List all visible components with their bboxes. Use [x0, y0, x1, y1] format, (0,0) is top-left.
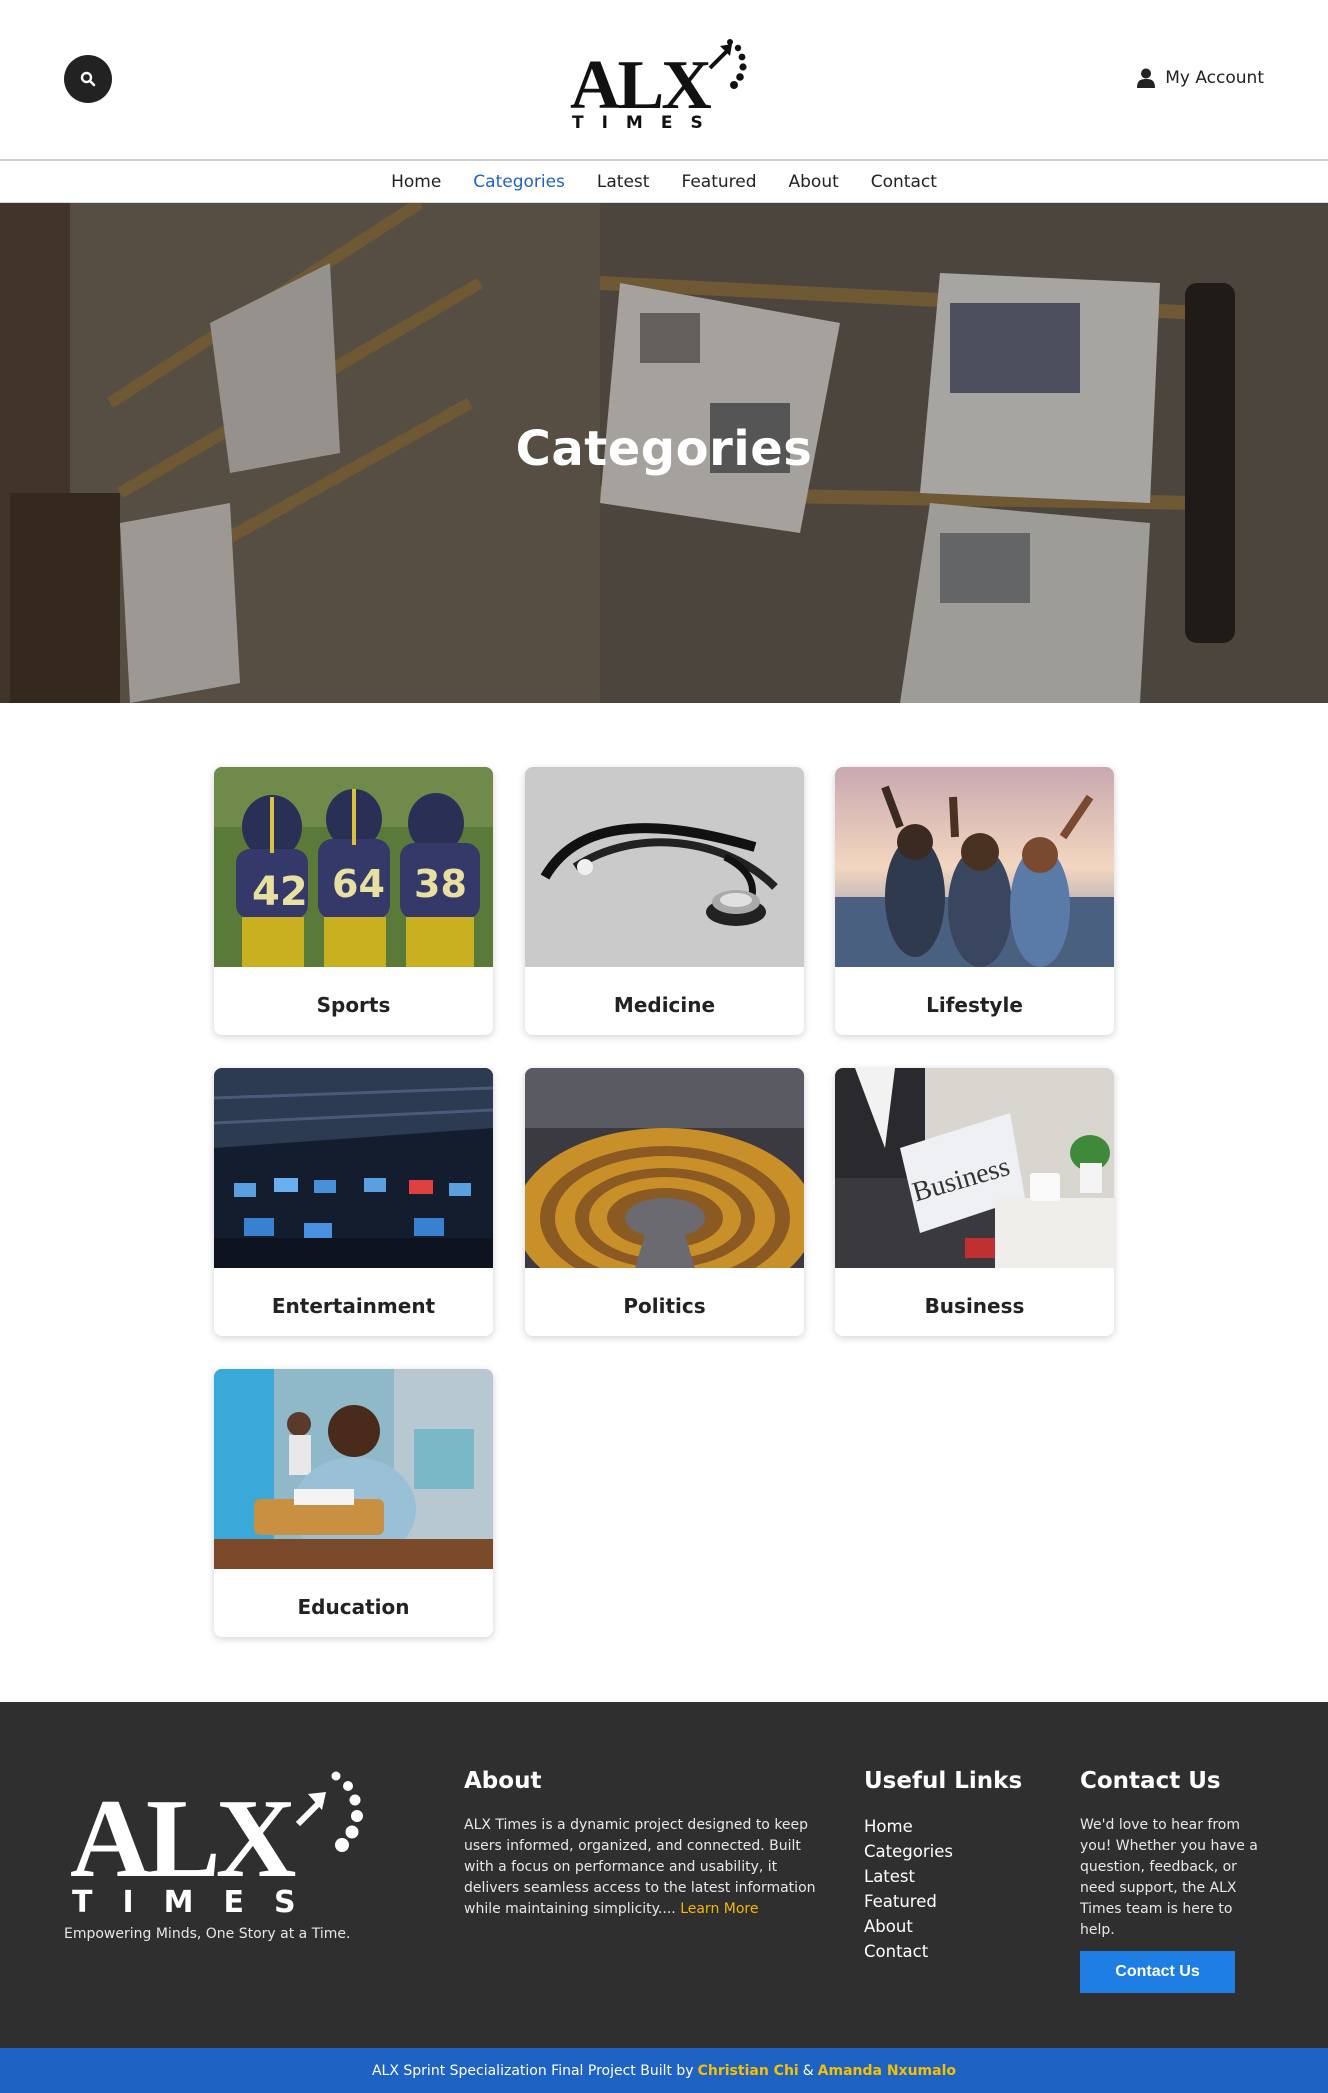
category-label: Lifestyle: [926, 993, 1023, 1017]
contact-us-button[interactable]: Contact Us: [1080, 1951, 1235, 1993]
author-christian-chi[interactable]: Christian Chi: [698, 2063, 799, 2079]
footer-link-home[interactable]: Home: [864, 1814, 953, 1839]
footer-link-about[interactable]: About: [864, 1914, 953, 1939]
user-icon: [1137, 68, 1156, 88]
nav-latest[interactable]: Latest: [597, 172, 650, 192]
nav-categories[interactable]: Categories: [473, 172, 565, 192]
footer-about-body: ALX Times is a dynamic project designed …: [464, 1817, 816, 1917]
search-button[interactable]: [64, 55, 112, 103]
footer-contact-text: We'd love to hear from you! Whether you …: [1080, 1817, 1258, 1938]
category-card-entertainment[interactable]: Entertainment: [214, 1068, 493, 1336]
my-account-link[interactable]: My Account: [1137, 68, 1264, 88]
category-label: Entertainment: [271, 1294, 436, 1318]
footer-tagline: Empowering Minds, One Story at a Time.: [64, 1926, 351, 1942]
credits-bar: ALX Sprint Specialization Final Project …: [0, 2048, 1328, 2093]
search-icon: [80, 71, 96, 87]
business-newspaper-image: Business: [835, 1068, 1114, 1268]
nav-contact[interactable]: Contact: [871, 172, 937, 192]
category-label: Sports: [316, 993, 391, 1017]
category-label: Education: [297, 1595, 410, 1619]
footer-link-contact[interactable]: Contact: [864, 1939, 953, 1964]
credits-prefix: ALX Sprint Specialization Final Project …: [371, 2062, 694, 2079]
student-classroom-image: [214, 1369, 493, 1569]
footer-logo-main-text: ALX: [70, 1777, 296, 1901]
my-account-label: My Account: [1165, 68, 1264, 88]
parliament-chamber-image: [525, 1068, 804, 1268]
footer-links-list: Home Categories Latest Featured About Co…: [864, 1814, 953, 1964]
football-players-image: 42 64 38: [214, 767, 493, 967]
nav-home[interactable]: Home: [391, 172, 441, 192]
author-amanda-nxumalo[interactable]: Amanda Nxumalo: [818, 2063, 956, 2079]
footer-logo-sub-text: TIMES: [72, 1885, 326, 1916]
footer-link-categories[interactable]: Categories: [864, 1839, 953, 1864]
nav-featured[interactable]: Featured: [681, 172, 756, 192]
footer-contact-title: Contact Us: [1080, 1768, 1221, 1794]
category-label: Medicine: [613, 993, 716, 1017]
category-card-medicine[interactable]: Medicine: [525, 767, 804, 1035]
gaming-arena-image: [214, 1068, 493, 1268]
site-footer: ALX TIMES Empowering Minds, One Story at…: [0, 1702, 1328, 2048]
category-card-sports[interactable]: 42 64 38 Sports: [214, 767, 493, 1035]
stethoscope-image: [525, 767, 804, 967]
svg-text:64: 64: [332, 862, 385, 906]
category-card-politics[interactable]: Politics: [525, 1068, 804, 1336]
category-label: Business: [924, 1294, 1025, 1318]
logo-sub-text: TIMES: [572, 113, 721, 130]
footer-about-text: ALX Times is a dynamic project designed …: [464, 1815, 834, 1920]
svg-text:38: 38: [414, 862, 467, 906]
category-label: Politics: [623, 1294, 706, 1318]
footer-logo[interactable]: ALX TIMES: [70, 1766, 390, 1920]
nav-about[interactable]: About: [789, 172, 839, 192]
credits-joiner: &: [802, 2062, 814, 2079]
category-card-business[interactable]: Business Business: [835, 1068, 1114, 1336]
footer-link-latest[interactable]: Latest: [864, 1864, 953, 1889]
hero-banner: Categories: [0, 203, 1328, 703]
friends-sunset-image: [835, 767, 1114, 967]
main-nav: Home Categories Latest Featured About Co…: [0, 161, 1328, 203]
svg-text:42: 42: [252, 869, 308, 915]
hero-title: Categories: [515, 421, 813, 477]
category-card-education[interactable]: Education: [214, 1369, 493, 1637]
footer-links-title: Useful Links: [864, 1768, 1023, 1794]
site-logo[interactable]: ALX TIMES: [568, 34, 768, 133]
site-header: ALX TIMES My Account: [0, 0, 1328, 161]
footer-about-title: About: [464, 1768, 542, 1794]
category-card-lifestyle[interactable]: Lifestyle: [835, 767, 1114, 1035]
learn-more-link[interactable]: Learn More: [680, 1901, 758, 1917]
footer-link-featured[interactable]: Featured: [864, 1889, 953, 1914]
